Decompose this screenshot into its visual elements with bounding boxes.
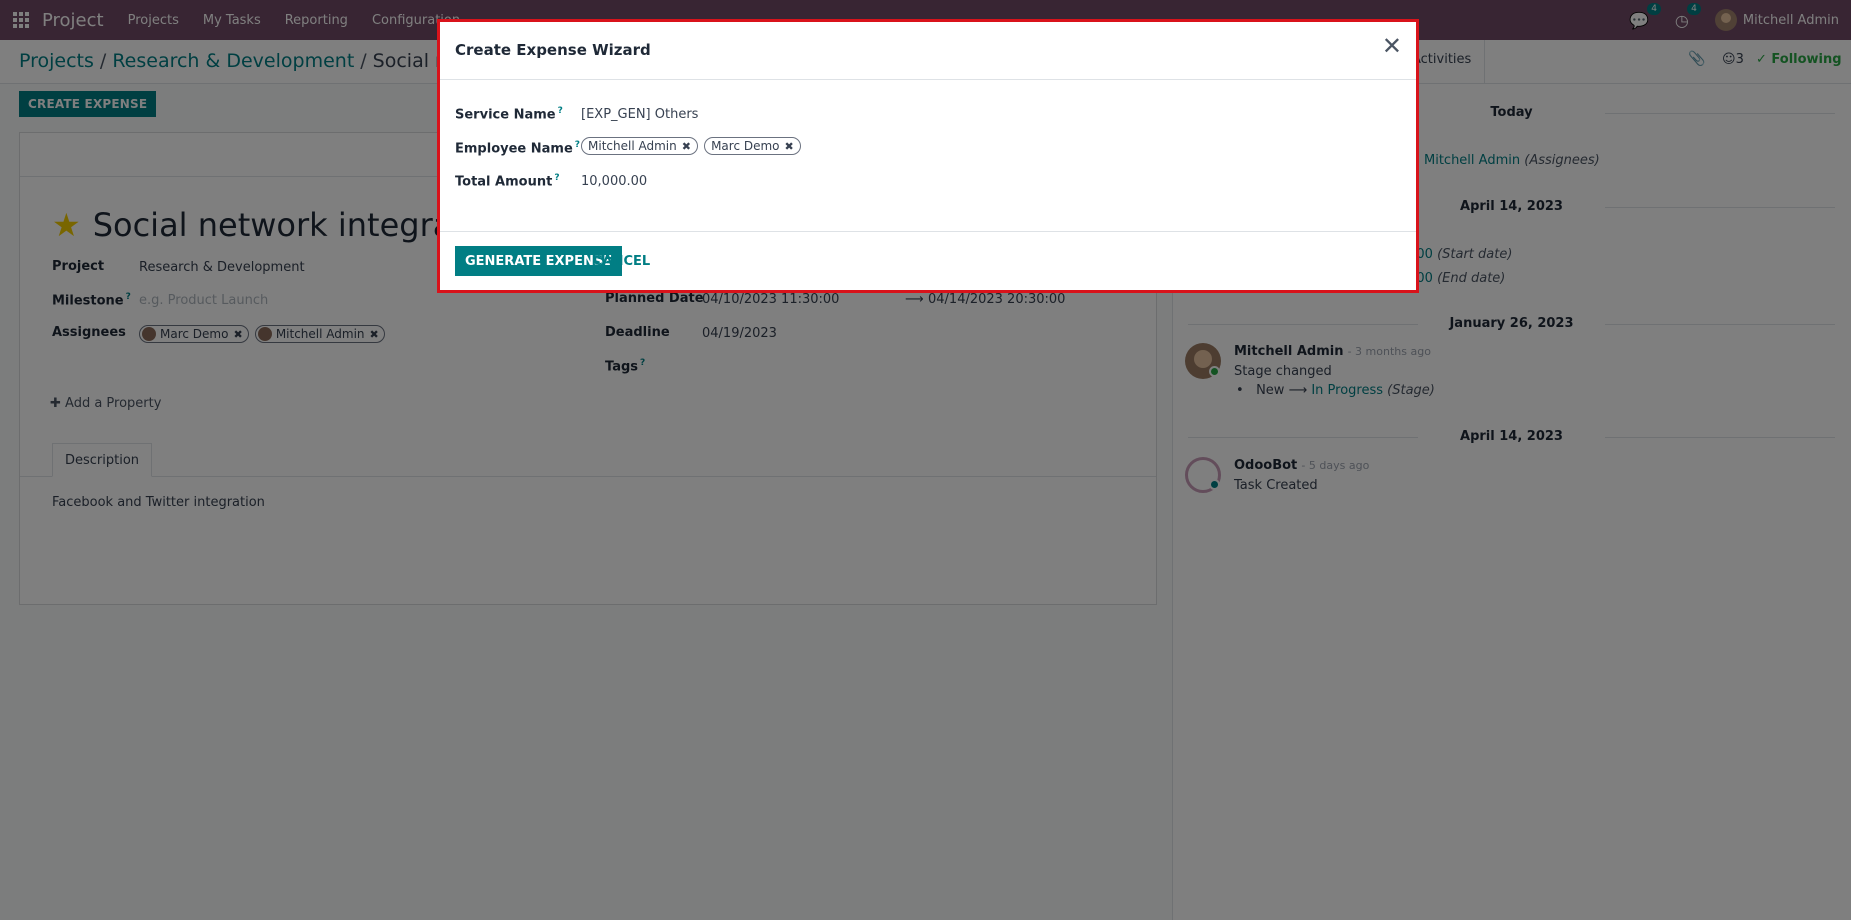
service-name-label: Service Name? xyxy=(455,106,563,123)
create-expense-dialog: Create Expense Wizard ✕ Service Name? [E… xyxy=(437,19,1419,293)
employee-tag[interactable]: Marc Demo ✖ xyxy=(704,137,801,155)
employee-name-label: Employee Name? xyxy=(455,140,581,157)
modal-footer-divider xyxy=(440,231,1416,232)
remove-tag-icon: ✖ xyxy=(784,139,794,153)
service-name-field[interactable]: [EXP_GEN] Others xyxy=(581,107,698,122)
total-amount-field[interactable]: 10,000.00 xyxy=(581,174,647,189)
close-icon[interactable]: ✕ xyxy=(1382,34,1402,58)
total-amount-label: Total Amount? xyxy=(455,173,560,190)
employee-name-field[interactable]: Mitchell Admin ✖ Marc Demo ✖ xyxy=(581,137,803,155)
modal-header: Create Expense Wizard ✕ xyxy=(440,22,1416,80)
cancel-button[interactable]: CANCEL xyxy=(589,246,654,276)
remove-tag-icon: ✖ xyxy=(681,139,691,153)
employee-tag[interactable]: Mitchell Admin ✖ xyxy=(581,137,698,155)
modal-title: Create Expense Wizard xyxy=(455,41,651,59)
